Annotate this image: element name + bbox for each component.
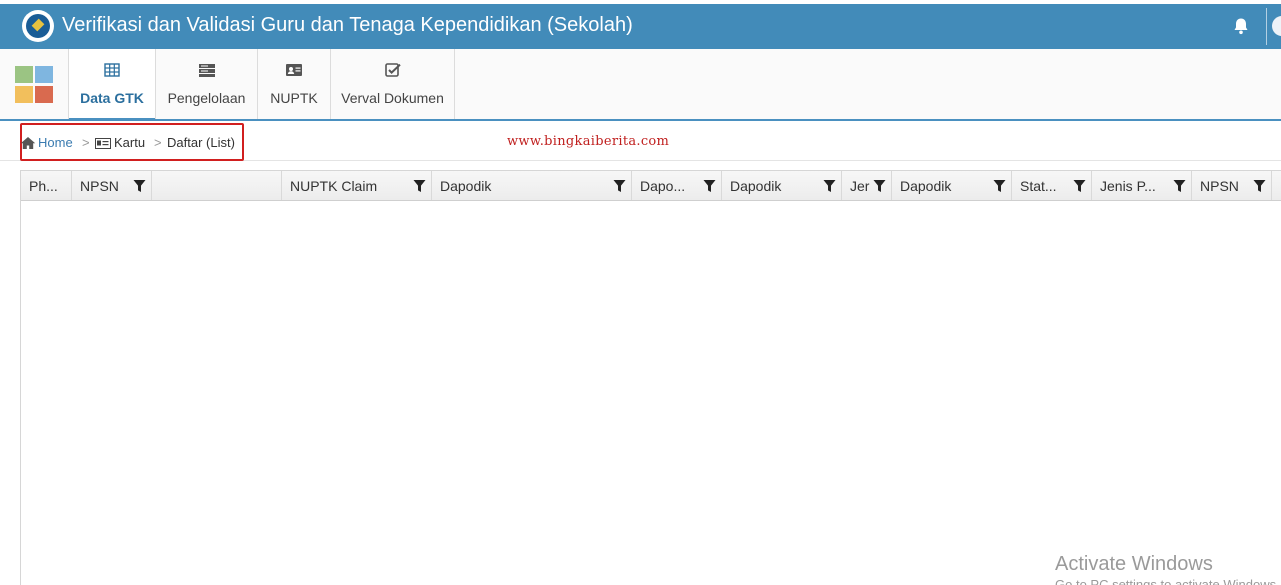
grid-column-header[interactable]: Dapodik — [722, 171, 842, 200]
tab-verval-dokumen[interactable]: Verval Dokumen — [331, 49, 455, 119]
grid-header: Ph... NPSN NUPTK Claim Dapodik Dapo... Dapodi… — [21, 170, 1281, 201]
column-label: Stat... — [1020, 178, 1057, 194]
grid-column-header[interactable]: NUPTK Claim — [282, 171, 432, 200]
breadcrumb-separator: > — [154, 135, 162, 150]
grid-column-header[interactable]: NPSN — [1192, 171, 1272, 200]
data-grid: Ph... NPSN NUPTK Claim Dapodik Dapo... Dapodi… — [20, 170, 1281, 585]
filter-icon[interactable] — [1073, 179, 1086, 193]
app-window: Verifikasi dan Validasi Guru dan Tenaga … — [0, 0, 1281, 585]
check-square-icon — [384, 63, 401, 77]
filter-icon[interactable] — [873, 179, 886, 193]
column-label: NPSN — [1200, 178, 1239, 194]
column-label: Jer — [850, 178, 870, 194]
user-avatar[interactable] — [1272, 16, 1281, 36]
filter-icon[interactable] — [413, 179, 426, 193]
tab-label: Data GTK — [80, 90, 144, 106]
grid-column-header[interactable]: Ph... — [21, 171, 72, 200]
tab-label: Pengelolaan — [167, 90, 246, 106]
breadcrumb: Home > Kartu > Daftar (List) — [20, 123, 244, 161]
breadcrumb-bar: Home > Kartu > Daftar (List) www.bingkai… — [0, 121, 1281, 161]
column-label: Dapo... — [640, 178, 686, 194]
column-label: Dapodik — [900, 178, 952, 194]
column-label: NUPTK Claim — [290, 178, 378, 194]
grid-column-header[interactable]: Dapodik — [432, 171, 632, 200]
grid-column-header[interactable] — [152, 171, 282, 200]
column-label: Dapodik — [730, 178, 782, 194]
column-label: NPSN — [80, 178, 119, 194]
tut-wuri-handayani-logo — [22, 10, 54, 42]
home-icon[interactable] — [20, 136, 36, 150]
tab-pengelolaan[interactable]: Pengelolaan — [156, 49, 258, 119]
header-divider — [1266, 8, 1267, 45]
server-icon — [198, 64, 215, 77]
tab-data-gtk[interactable]: Data GTK — [68, 49, 156, 121]
filter-icon[interactable] — [1173, 179, 1186, 193]
breadcrumb-current: Daftar (List) — [167, 135, 235, 150]
grid-column-header[interactable]: Dapodik — [892, 171, 1012, 200]
filter-icon[interactable] — [1253, 179, 1266, 193]
app-grid-icon[interactable] — [0, 49, 68, 119]
filter-icon[interactable] — [613, 179, 626, 193]
grid-column-header[interactable]: Stat... — [1012, 171, 1092, 200]
column-label: Ph... — [29, 178, 58, 194]
id-card-icon — [286, 64, 302, 76]
breadcrumb-separator: > — [82, 135, 90, 150]
filter-icon[interactable] — [823, 179, 836, 193]
grid-column-header[interactable]: Jenis P... — [1092, 171, 1192, 200]
breadcrumb-home[interactable]: Home — [38, 135, 73, 150]
filter-icon[interactable] — [133, 179, 146, 193]
activate-windows-title: Activate Windows — [1055, 553, 1213, 575]
filter-icon[interactable] — [993, 179, 1006, 193]
ribbon-toolbar: Data GTK Pengelolaan NUPTK Verval Dokume… — [0, 49, 1281, 121]
activate-windows-subtitle: Go to PC settings to activate Windows. — [1055, 577, 1280, 585]
id-card-icon — [95, 138, 111, 149]
tab-nuptk[interactable]: NUPTK — [258, 49, 331, 119]
app-title: Verifikasi dan Validasi Guru dan Tenaga … — [62, 14, 633, 36]
grid-column-header[interactable]: NPSN — [72, 171, 152, 200]
app-header: Verifikasi dan Validasi Guru dan Tenaga … — [0, 4, 1281, 49]
tab-label: Verval Dokumen — [341, 90, 444, 106]
grid-column-header[interactable]: Jer — [842, 171, 892, 200]
filter-icon[interactable] — [703, 179, 716, 193]
column-label: Jenis P... — [1100, 178, 1156, 194]
tab-label: NUPTK — [270, 90, 318, 106]
grid-column-header[interactable]: Dapo... — [632, 171, 722, 200]
column-label: Dapodik — [440, 178, 492, 194]
table-icon — [104, 63, 120, 77]
breadcrumb-kartu[interactable]: Kartu — [114, 135, 145, 150]
watermark-text: www.bingkaiberita.com — [507, 134, 670, 149]
bell-icon[interactable] — [1232, 17, 1250, 35]
